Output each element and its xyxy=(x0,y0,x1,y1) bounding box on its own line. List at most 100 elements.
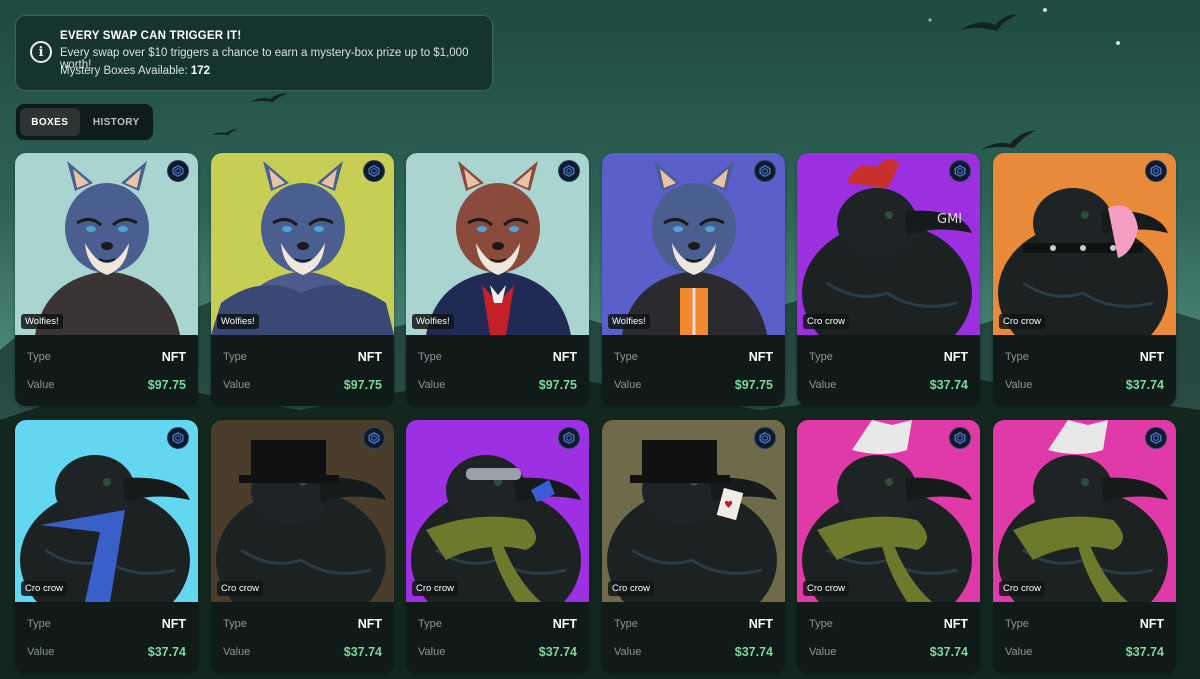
collection-tag: Cro crow xyxy=(999,314,1046,329)
cronos-chain-icon xyxy=(1145,160,1167,182)
box-card[interactable]: ♥ Cro crow Type NFT Value $37.74 xyxy=(602,420,785,673)
type-label: Type xyxy=(418,618,442,630)
box-card[interactable]: Cro crow Type NFT Value $37.74 xyxy=(993,153,1176,406)
box-card[interactable]: GMI Cro crow Type NFT Value $37.74 xyxy=(797,153,980,406)
nft-artwork xyxy=(406,153,589,335)
value-row: Value $37.74 xyxy=(1005,378,1164,392)
box-card[interactable]: Wolfies! Type NFT Value $97.75 xyxy=(211,153,394,406)
boxes-available: Mystery Boxes Available: 172 xyxy=(60,65,210,77)
nft-image: GMI xyxy=(797,153,980,335)
nft-image xyxy=(211,153,394,335)
value-amount: $37.74 xyxy=(929,645,968,659)
value-row: Value $37.74 xyxy=(223,645,382,659)
nft-artwork xyxy=(797,420,980,602)
nft-artwork xyxy=(211,420,394,602)
boxes-available-label: Mystery Boxes Available: xyxy=(60,65,188,77)
value-label: Value xyxy=(614,379,642,391)
type-row: Type NFT xyxy=(223,617,382,631)
value-amount: $97.75 xyxy=(343,378,382,392)
nft-image: ♥ xyxy=(602,420,785,602)
value-label: Value xyxy=(809,379,837,391)
value-label: Value xyxy=(418,379,446,391)
collection-tag: Cro crow xyxy=(999,581,1046,596)
box-card[interactable]: Wolfies! Type NFT Value $97.75 xyxy=(602,153,785,406)
tab-history[interactable]: HISTORY xyxy=(84,108,149,136)
view-tabs: BOXES HISTORY xyxy=(15,103,154,141)
box-card[interactable]: Cro crow Type NFT Value $37.74 xyxy=(211,420,394,673)
value-row: Value $37.74 xyxy=(27,645,186,659)
box-card[interactable]: Wolfies! Type NFT Value $97.75 xyxy=(406,153,589,406)
type-label: Type xyxy=(809,351,833,363)
tab-boxes[interactable]: BOXES xyxy=(20,108,80,136)
type-value: NFT xyxy=(748,617,773,631)
cronos-chain-icon xyxy=(167,160,189,182)
value-amount: $97.75 xyxy=(734,378,773,392)
nft-artwork xyxy=(211,153,394,335)
value-label: Value xyxy=(1005,646,1033,658)
collection-tag: Wolfies! xyxy=(412,314,454,329)
box-card[interactable]: Wolfies! Type NFT Value $97.75 xyxy=(15,153,198,406)
box-card[interactable]: Cro crow Type NFT Value $37.74 xyxy=(406,420,589,673)
type-value: NFT xyxy=(552,350,577,364)
info-icon: i xyxy=(30,41,52,63)
nft-image xyxy=(993,153,1176,335)
type-value: NFT xyxy=(943,617,968,631)
cronos-chain-icon xyxy=(167,427,189,449)
nft-image xyxy=(406,153,589,335)
box-card[interactable]: Cro crow Type NFT Value $37.74 xyxy=(993,420,1176,673)
type-value: NFT xyxy=(357,617,382,631)
type-row: Type NFT xyxy=(223,350,382,364)
nft-image xyxy=(797,420,980,602)
value-amount: $37.74 xyxy=(1125,378,1164,392)
cronos-chain-icon xyxy=(949,160,971,182)
type-label: Type xyxy=(809,618,833,630)
type-label: Type xyxy=(27,618,51,630)
type-value: NFT xyxy=(1139,350,1164,364)
value-label: Value xyxy=(223,646,251,658)
type-row: Type NFT xyxy=(27,350,186,364)
type-value: NFT xyxy=(943,350,968,364)
box-card[interactable]: Cro crow Type NFT Value $37.74 xyxy=(15,420,198,673)
collection-tag: Cro crow xyxy=(217,581,264,596)
nft-artwork: ♥ xyxy=(602,420,785,602)
collection-tag: Wolfies! xyxy=(608,314,650,329)
type-row: Type NFT xyxy=(809,350,968,364)
box-grid: Wolfies! Type NFT Value $97.75 Wolfies! xyxy=(15,153,1185,673)
value-row: Value $37.74 xyxy=(1005,645,1164,659)
type-label: Type xyxy=(223,618,247,630)
type-label: Type xyxy=(418,351,442,363)
type-row: Type NFT xyxy=(1005,617,1164,631)
box-card[interactable]: Cro crow Type NFT Value $37.74 xyxy=(797,420,980,673)
cronos-chain-icon xyxy=(949,427,971,449)
cronos-chain-icon xyxy=(363,160,385,182)
value-label: Value xyxy=(223,379,251,391)
nft-artwork xyxy=(15,153,198,335)
type-row: Type NFT xyxy=(418,617,577,631)
type-label: Type xyxy=(223,351,247,363)
collection-tag: Wolfies! xyxy=(21,314,63,329)
nft-artwork xyxy=(406,420,589,602)
nft-image xyxy=(406,420,589,602)
value-label: Value xyxy=(614,646,642,658)
cronos-chain-icon xyxy=(1145,427,1167,449)
nft-image xyxy=(15,420,198,602)
value-row: Value $97.75 xyxy=(27,378,186,392)
cronos-chain-icon xyxy=(558,160,580,182)
type-label: Type xyxy=(1005,618,1029,630)
value-amount: $37.74 xyxy=(538,645,577,659)
nft-artwork xyxy=(993,420,1176,602)
nft-artwork xyxy=(993,153,1176,335)
cronos-chain-icon xyxy=(558,427,580,449)
type-value: NFT xyxy=(748,350,773,364)
value-label: Value xyxy=(809,646,837,658)
type-row: Type NFT xyxy=(27,617,186,631)
value-row: Value $37.74 xyxy=(809,645,968,659)
type-row: Type NFT xyxy=(1005,350,1164,364)
type-row: Type NFT xyxy=(614,350,773,364)
type-label: Type xyxy=(27,351,51,363)
value-row: Value $97.75 xyxy=(418,378,577,392)
type-value: NFT xyxy=(161,617,186,631)
value-amount: $37.74 xyxy=(1125,645,1164,659)
value-row: Value $97.75 xyxy=(614,378,773,392)
value-amount: $37.74 xyxy=(734,645,773,659)
